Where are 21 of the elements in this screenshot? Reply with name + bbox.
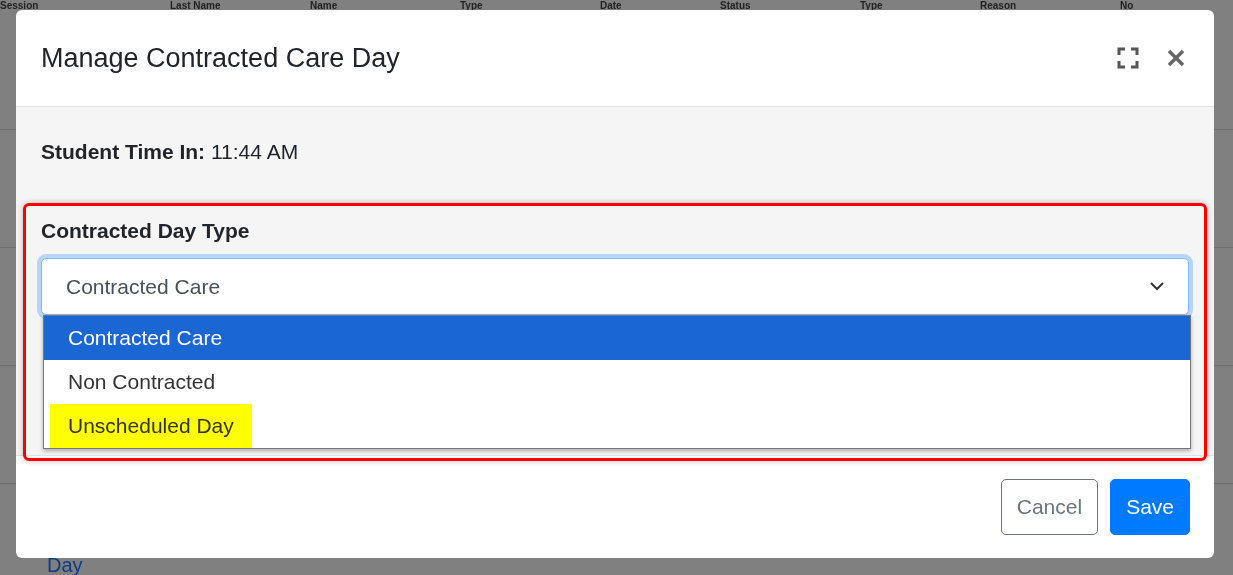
- column-heading: No: [1120, 0, 1135, 11]
- column-heading: Reason: [980, 0, 1018, 11]
- dropdown-option[interactable]: Non Contracted: [44, 360, 1190, 404]
- save-button[interactable]: Save: [1110, 479, 1190, 535]
- column-heading: Type: [460, 0, 484, 11]
- close-icon[interactable]: [1167, 49, 1185, 67]
- column-heading: Date: [600, 0, 623, 11]
- field-label: Contracted Day Type: [41, 218, 251, 244]
- cancel-button[interactable]: Cancel: [1000, 479, 1099, 535]
- column-heading: Session: [0, 0, 40, 11]
- student-time-in: Student Time In: 11:44 AM: [40, 141, 300, 163]
- dropdown-option[interactable]: Contracted Care: [44, 316, 1190, 360]
- modal-title: Manage Contracted Care Day: [41, 41, 400, 75]
- dropdown-option[interactable]: Unscheduled Day: [44, 404, 1190, 448]
- fullscreen-icon[interactable]: [1117, 47, 1139, 69]
- column-heading: Name: [310, 0, 339, 11]
- chevron-down-icon: [1150, 282, 1164, 291]
- column-heading: Status: [720, 0, 752, 11]
- column-heading: Type: [860, 0, 884, 11]
- column-heading: Last Name: [170, 0, 222, 11]
- select-field[interactable]: Contracted Care: [41, 258, 1189, 315]
